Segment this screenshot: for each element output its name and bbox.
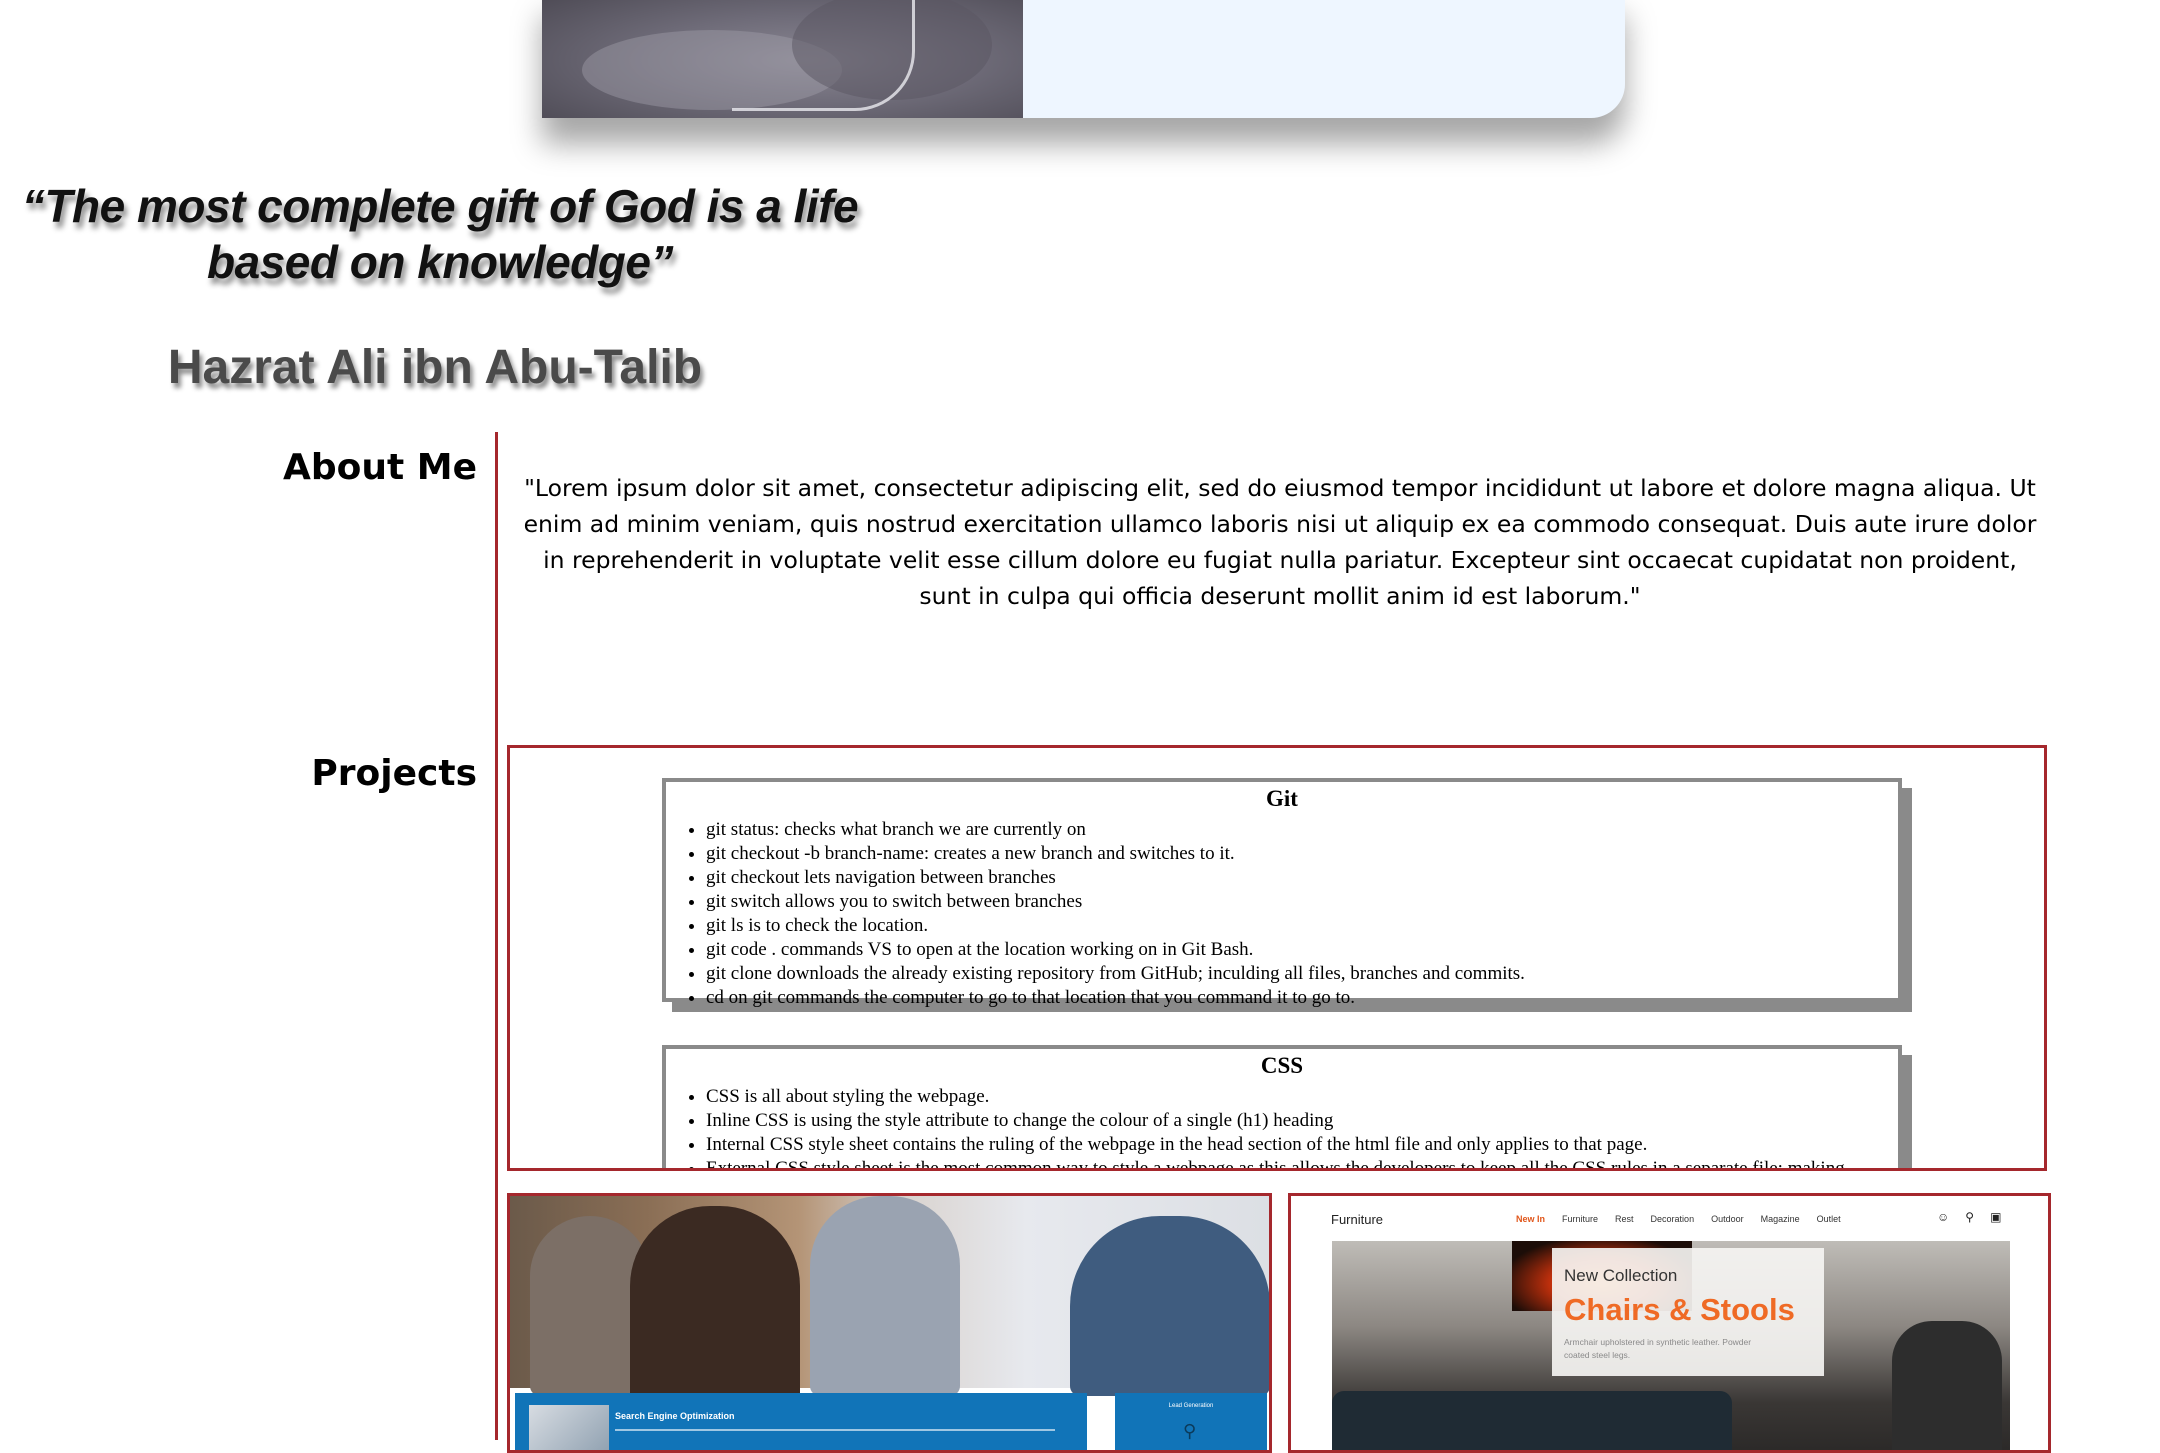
lead-generation-label: Lead Generation	[1168, 1403, 1214, 1409]
menu-item-furniture: Furniture	[1562, 1214, 1599, 1224]
menu-item-rest: Rest	[1615, 1214, 1634, 1224]
collection-kicker: New Collection	[1564, 1266, 1678, 1285]
seo-project-thumbnail[interactable]: Search Engine Optimization Lead Generati…	[507, 1193, 1272, 1453]
photo-person	[810, 1196, 960, 1396]
hero-photo-cord	[732, 0, 915, 111]
list-item: git checkout lets navigation between bra…	[706, 866, 1898, 890]
furniture-menu: New In Furniture Rest Decoration Outdoor…	[1516, 1214, 1841, 1224]
collection-description: Armchair upholstered in synthetic leathe…	[1564, 1337, 1752, 1360]
sofa-shape	[1332, 1391, 1732, 1450]
menu-item-outdoor: Outdoor	[1711, 1214, 1744, 1224]
git-card-title: Git	[1266, 786, 1298, 811]
menu-item-outlet: Outlet	[1816, 1214, 1841, 1224]
lead-generation-panel: Lead Generation ⚲	[1115, 1393, 1267, 1450]
seo-panel: Search Engine Optimization	[515, 1393, 1087, 1450]
user-icon: ☺	[1937, 1210, 1950, 1224]
collection-card: New Collection Chairs & Stools Armchair …	[1552, 1248, 1824, 1376]
list-item: git ls is to check the location.	[706, 914, 1898, 938]
photo-person	[1070, 1216, 1269, 1396]
list-item: git switch allows you to switch between …	[706, 890, 1898, 914]
projects-frame[interactable]: Git git status: checks what branch we ar…	[507, 745, 2047, 1171]
furniture-project-thumbnail[interactable]: Furniture New In Furniture Rest Decorati…	[1288, 1193, 2051, 1453]
list-item: CSS is all about styling the webpage.	[706, 1085, 1898, 1109]
hero-photo	[542, 0, 1023, 118]
git-list: git status: checks what branch we are cu…	[666, 818, 1898, 1010]
section-divider	[495, 432, 498, 1440]
list-item: Inline CSS is using the style attribute …	[706, 1109, 1898, 1133]
seo-panel-image	[529, 1405, 609, 1450]
search-icon: ⚲	[1965, 1210, 1975, 1224]
css-list: CSS is all about styling the webpage. In…	[666, 1085, 1898, 1168]
bag-icon: ▣	[1990, 1210, 2002, 1224]
furniture-nav-icons: ☺ ⚲ ▣	[1937, 1210, 2001, 1224]
menu-item-decoration: Decoration	[1650, 1214, 1695, 1224]
team-photo	[510, 1196, 1269, 1406]
list-item: git checkout -b branch-name: creates a n…	[706, 842, 1898, 866]
list-item: cd on git commands the computer to go to…	[706, 986, 1898, 1010]
git-card: Git git status: checks what branch we ar…	[662, 778, 1902, 1008]
projects-heading: Projects	[311, 753, 477, 794]
list-item: git status: checks what branch we are cu…	[706, 818, 1898, 842]
menu-item-new-in: New In	[1516, 1214, 1546, 1224]
seo-text-line	[615, 1429, 1055, 1431]
about-heading: About Me	[283, 447, 477, 488]
list-item: git code . commands VS to open at the lo…	[706, 938, 1898, 962]
lightbulb-icon: ⚲	[1183, 1421, 1197, 1442]
photo-person	[630, 1206, 800, 1406]
seo-title: Search Engine Optimization	[615, 1411, 735, 1421]
css-card-title: CSS	[1260, 1053, 1304, 1078]
about-body: "Lorem ipsum dolor sit amet, consectetur…	[523, 474, 2037, 610]
list-item: git clone downloads the already existing…	[706, 962, 1898, 986]
list-item: Internal CSS style sheet contains the ru…	[706, 1133, 1898, 1157]
collection-headline: Chairs & Stools	[1564, 1292, 1795, 1327]
hero-card	[542, 0, 1625, 118]
css-card: CSS CSS is all about styling the webpage…	[662, 1045, 1902, 1168]
furniture-brand: Furniture	[1331, 1212, 1384, 1227]
furniture-navbar: Furniture New In Furniture Rest Decorati…	[1291, 1196, 2048, 1236]
list-item: External CSS style sheet is the most com…	[706, 1157, 1898, 1168]
quote-author: Hazrat Ali ibn Abu-Talib	[167, 341, 703, 394]
quote-text: “The most complete gift of God is a life…	[21, 180, 859, 288]
menu-item-magazine: Magazine	[1760, 1214, 1800, 1224]
chair-shape	[1892, 1321, 2002, 1450]
